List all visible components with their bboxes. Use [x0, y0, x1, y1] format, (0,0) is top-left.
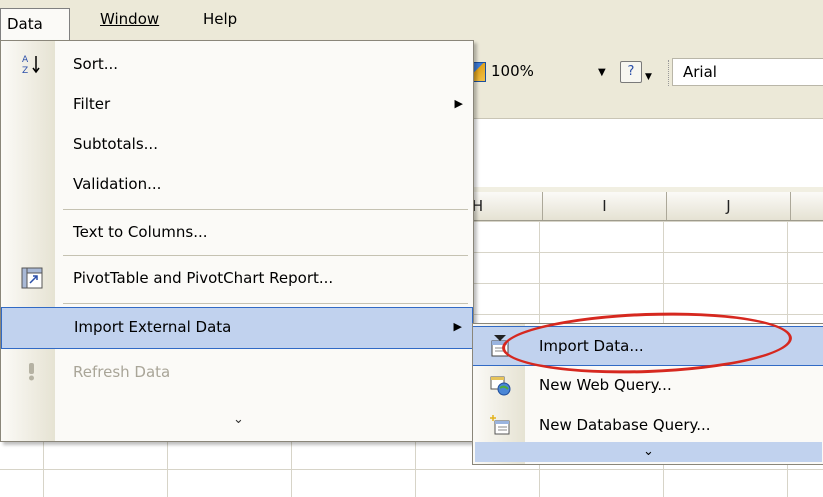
zoom-value: 100% — [491, 62, 534, 80]
svg-text:A: A — [22, 55, 29, 65]
menu-item-sort-label: Sort... — [73, 55, 119, 73]
font-name-combo[interactable]: Arial — [672, 58, 823, 86]
submenu-arrow-icon: ▶ — [453, 320, 462, 333]
menu-help-label: Help — [203, 10, 238, 28]
submenu-item-import-data-label: Import Data... — [539, 337, 644, 355]
submenu-expand-chevron-icon: ⌄ — [643, 444, 654, 459]
data-menu-dropdown: A Z Sort... Filter ▶ Subtotals... Valida… — [0, 40, 474, 442]
menu-expand-chevron-icon[interactable]: ⌄ — [233, 412, 244, 427]
menu-item-filter[interactable]: Filter ▶ — [1, 85, 473, 125]
menu-item-refresh-data: Refresh Data — [1, 353, 473, 393]
menu-item-subtotals-label: Subtotals... — [73, 135, 158, 153]
pivottable-icon — [21, 267, 43, 289]
menu-item-validation-label: Validation... — [73, 175, 162, 193]
menu-separator — [63, 255, 468, 256]
submenu-expand-chevron[interactable]: ⌄ — [475, 442, 822, 462]
menu-item-validation[interactable]: Validation... — [1, 165, 473, 205]
menu-item-import-external-data[interactable]: Import External Data ▶ — [1, 307, 473, 349]
menu-item-pivottable-label: PivotTable and PivotChart Report... — [73, 269, 334, 287]
sort-az-icon: A Z — [21, 53, 43, 76]
submenu-item-new-database-query[interactable]: New Database Query... — [473, 406, 823, 446]
column-header-j[interactable]: J — [667, 192, 791, 220]
font-name-value: Arial — [683, 63, 717, 81]
zoom-dropdown-arrow-icon[interactable]: ▼ — [598, 67, 606, 78]
menu-separator — [63, 303, 468, 304]
database-query-icon — [489, 414, 511, 436]
submenu-arrow-icon: ▶ — [454, 97, 463, 110]
toolbar-options-arrow-icon[interactable]: ▼ — [645, 72, 652, 82]
column-j-label: J — [726, 197, 731, 215]
menu-window-label: Window — [100, 10, 160, 28]
help-icon: ? — [627, 64, 635, 79]
menu-item-subtotals[interactable]: Subtotals... — [1, 125, 473, 165]
menu-help[interactable]: Help — [203, 10, 237, 28]
help-button[interactable]: ? — [620, 61, 642, 83]
column-i-label: I — [602, 197, 607, 215]
menu-separator — [63, 209, 468, 210]
svg-text:Z: Z — [22, 66, 28, 75]
toolbar-separator — [668, 60, 670, 86]
menu-item-text-to-columns[interactable]: Text to Columns... — [1, 213, 473, 253]
menu-item-refresh-data-label: Refresh Data — [73, 363, 171, 381]
column-header-i[interactable]: I — [543, 192, 667, 220]
menu-item-text-to-columns-label: Text to Columns... — [73, 223, 208, 241]
submenu-item-new-database-query-label: New Database Query... — [539, 416, 711, 434]
refresh-exclamation-icon — [21, 361, 43, 383]
submenu-item-import-data[interactable]: Import Data... — [473, 326, 823, 366]
menu-data-label: Data — [7, 15, 43, 33]
menu-item-filter-label: Filter — [73, 95, 111, 113]
menu-item-import-external-data-label: Import External Data — [74, 318, 232, 336]
column-header-h[interactable]: H — [472, 192, 543, 220]
web-query-icon — [489, 374, 511, 396]
menu-item-sort[interactable]: A Z Sort... — [1, 45, 473, 85]
submenu-item-new-web-query[interactable]: New Web Query... — [473, 366, 823, 406]
import-data-icon — [489, 335, 511, 357]
menu-window[interactable]: Window — [100, 10, 159, 28]
menu-bar: Data Window Help — [0, 0, 823, 41]
import-external-data-submenu: Import Data... New Web Query... New Data — [472, 323, 823, 465]
menu-item-pivottable[interactable]: PivotTable and PivotChart Report... — [1, 259, 473, 299]
zoom-combo[interactable]: 100% — [491, 62, 534, 80]
menu-data[interactable]: Data — [0, 8, 70, 40]
submenu-item-new-web-query-label: New Web Query... — [539, 376, 672, 394]
